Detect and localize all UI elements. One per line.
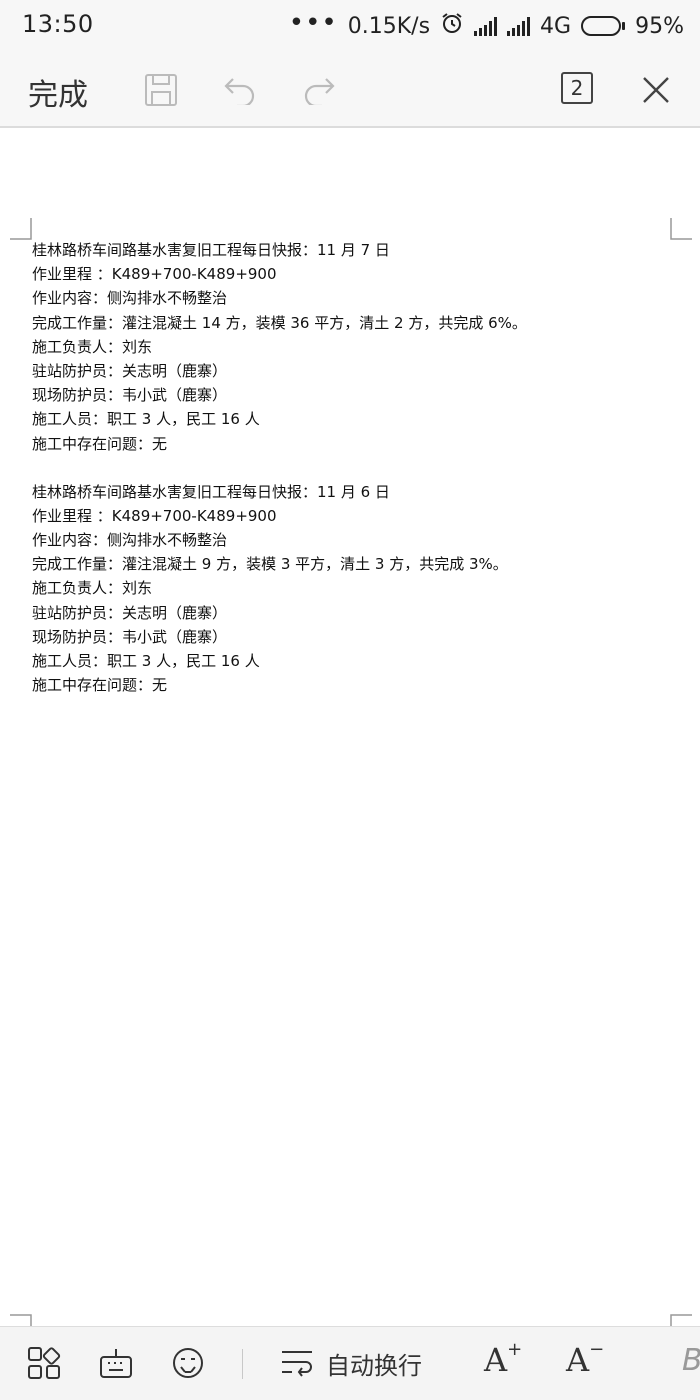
page-corner-mark (10, 218, 32, 240)
status-time: 13:50 (22, 10, 94, 38)
auto-wrap-button[interactable]: 自动换行 (280, 1343, 422, 1383)
done-button[interactable]: 完成 (28, 70, 88, 114)
report-line: 施工中存在问题：无 (32, 434, 168, 453)
signal-icon (474, 16, 498, 36)
report-line: 作业内容：侧沟排水不畅整治 (32, 531, 228, 550)
report-title: 桂林路桥车间路基水害复旧工程每日快报：11 月 6 日 (32, 482, 390, 501)
more-dots-icon: ••• (288, 8, 338, 38)
save-icon[interactable] (141, 70, 181, 110)
emoji-icon[interactable] (170, 1345, 206, 1381)
apps-grid-icon[interactable] (26, 1345, 62, 1381)
report-line: 施工中存在问题：无 (32, 676, 168, 695)
daily-report: 桂林路桥车间路基水害复旧工程每日快报：11 月 6 日 作业里程 ：K489+7… (32, 480, 527, 698)
report-line: 施工负责人：刘东 (32, 579, 153, 598)
battery-icon (581, 16, 626, 36)
report-line: 驻站防护员：关志明（鹿寨） (32, 603, 228, 622)
report-line: 现场防护员：韦小武（鹿寨） (32, 386, 228, 405)
auto-wrap-label: 自动换行 (326, 1351, 422, 1380)
auto-wrap-icon (282, 1351, 312, 1377)
document-page[interactable]: 桂林路桥车间路基水害复旧工程每日快报：11 月 7 日 作业里程 ：K489+7… (0, 130, 700, 1336)
signal-icon (507, 16, 531, 36)
format-toolbar: 自动换行 A+ A− B (0, 1326, 700, 1400)
alarm-clock-icon (440, 11, 464, 41)
status-indicators: ••• 0.15K/s 4G 95% (289, 10, 684, 42)
keyboard-icon[interactable] (98, 1345, 134, 1381)
document-body[interactable]: 桂林路桥车间路基水害复旧工程每日快报：11 月 7 日 作业里程 ：K489+7… (32, 238, 527, 697)
report-line: 施工人员：职工 3 人，民工 16 人 (32, 410, 260, 429)
undo-icon[interactable] (220, 70, 260, 110)
redo-icon[interactable] (299, 70, 339, 110)
report-line: 施工负责人：刘东 (32, 337, 153, 356)
report-line: 完成工作量：灌注混凝土 9 方，装模 3 平方，清土 3 方，共完成 3%。 (32, 555, 508, 574)
toolbar-separator (242, 1349, 243, 1379)
status-bar: 13:50 ••• 0.15K/s 4G 95% (0, 0, 700, 52)
report-line: 现场防护员：韦小武（鹿寨） (32, 627, 228, 646)
editor-toolbar: 完成 2 (0, 52, 700, 128)
battery-percent: 95% (635, 13, 684, 39)
page-corner-mark (670, 218, 692, 240)
font-increase-icon[interactable]: A+ (484, 1339, 522, 1379)
network-type: 4G (540, 13, 572, 39)
daily-report: 桂林路桥车间路基水害复旧工程每日快报：11 月 7 日 作业里程 ：K489+7… (32, 238, 527, 456)
report-title: 桂林路桥车间路基水害复旧工程每日快报：11 月 7 日 (32, 241, 390, 259)
bold-icon[interactable]: B (682, 1343, 700, 1378)
close-icon[interactable] (636, 70, 676, 110)
font-increase-label: A (484, 1341, 508, 1379)
report-line: 作业内容：侧沟排水不畅整治 (32, 289, 228, 308)
font-decrease-label: A (566, 1341, 590, 1379)
report-line: 完成工作量：灌注混凝土 14 方，装模 36 平方，清土 2 方，共完成 6%。 (32, 313, 527, 332)
page-count-icon[interactable]: 2 (561, 72, 593, 104)
font-decrease-icon[interactable]: A− (566, 1339, 604, 1379)
report-line: 作业里程 ：K489+700-K489+900 (32, 265, 277, 284)
report-line: 驻站防护员：关志明（鹿寨） (32, 361, 228, 380)
report-line: 施工人员：职工 3 人，民工 16 人 (32, 652, 260, 670)
report-line: 作业里程 ：K489+700-K489+900 (32, 506, 277, 525)
network-speed: 0.15K/s (347, 13, 431, 39)
